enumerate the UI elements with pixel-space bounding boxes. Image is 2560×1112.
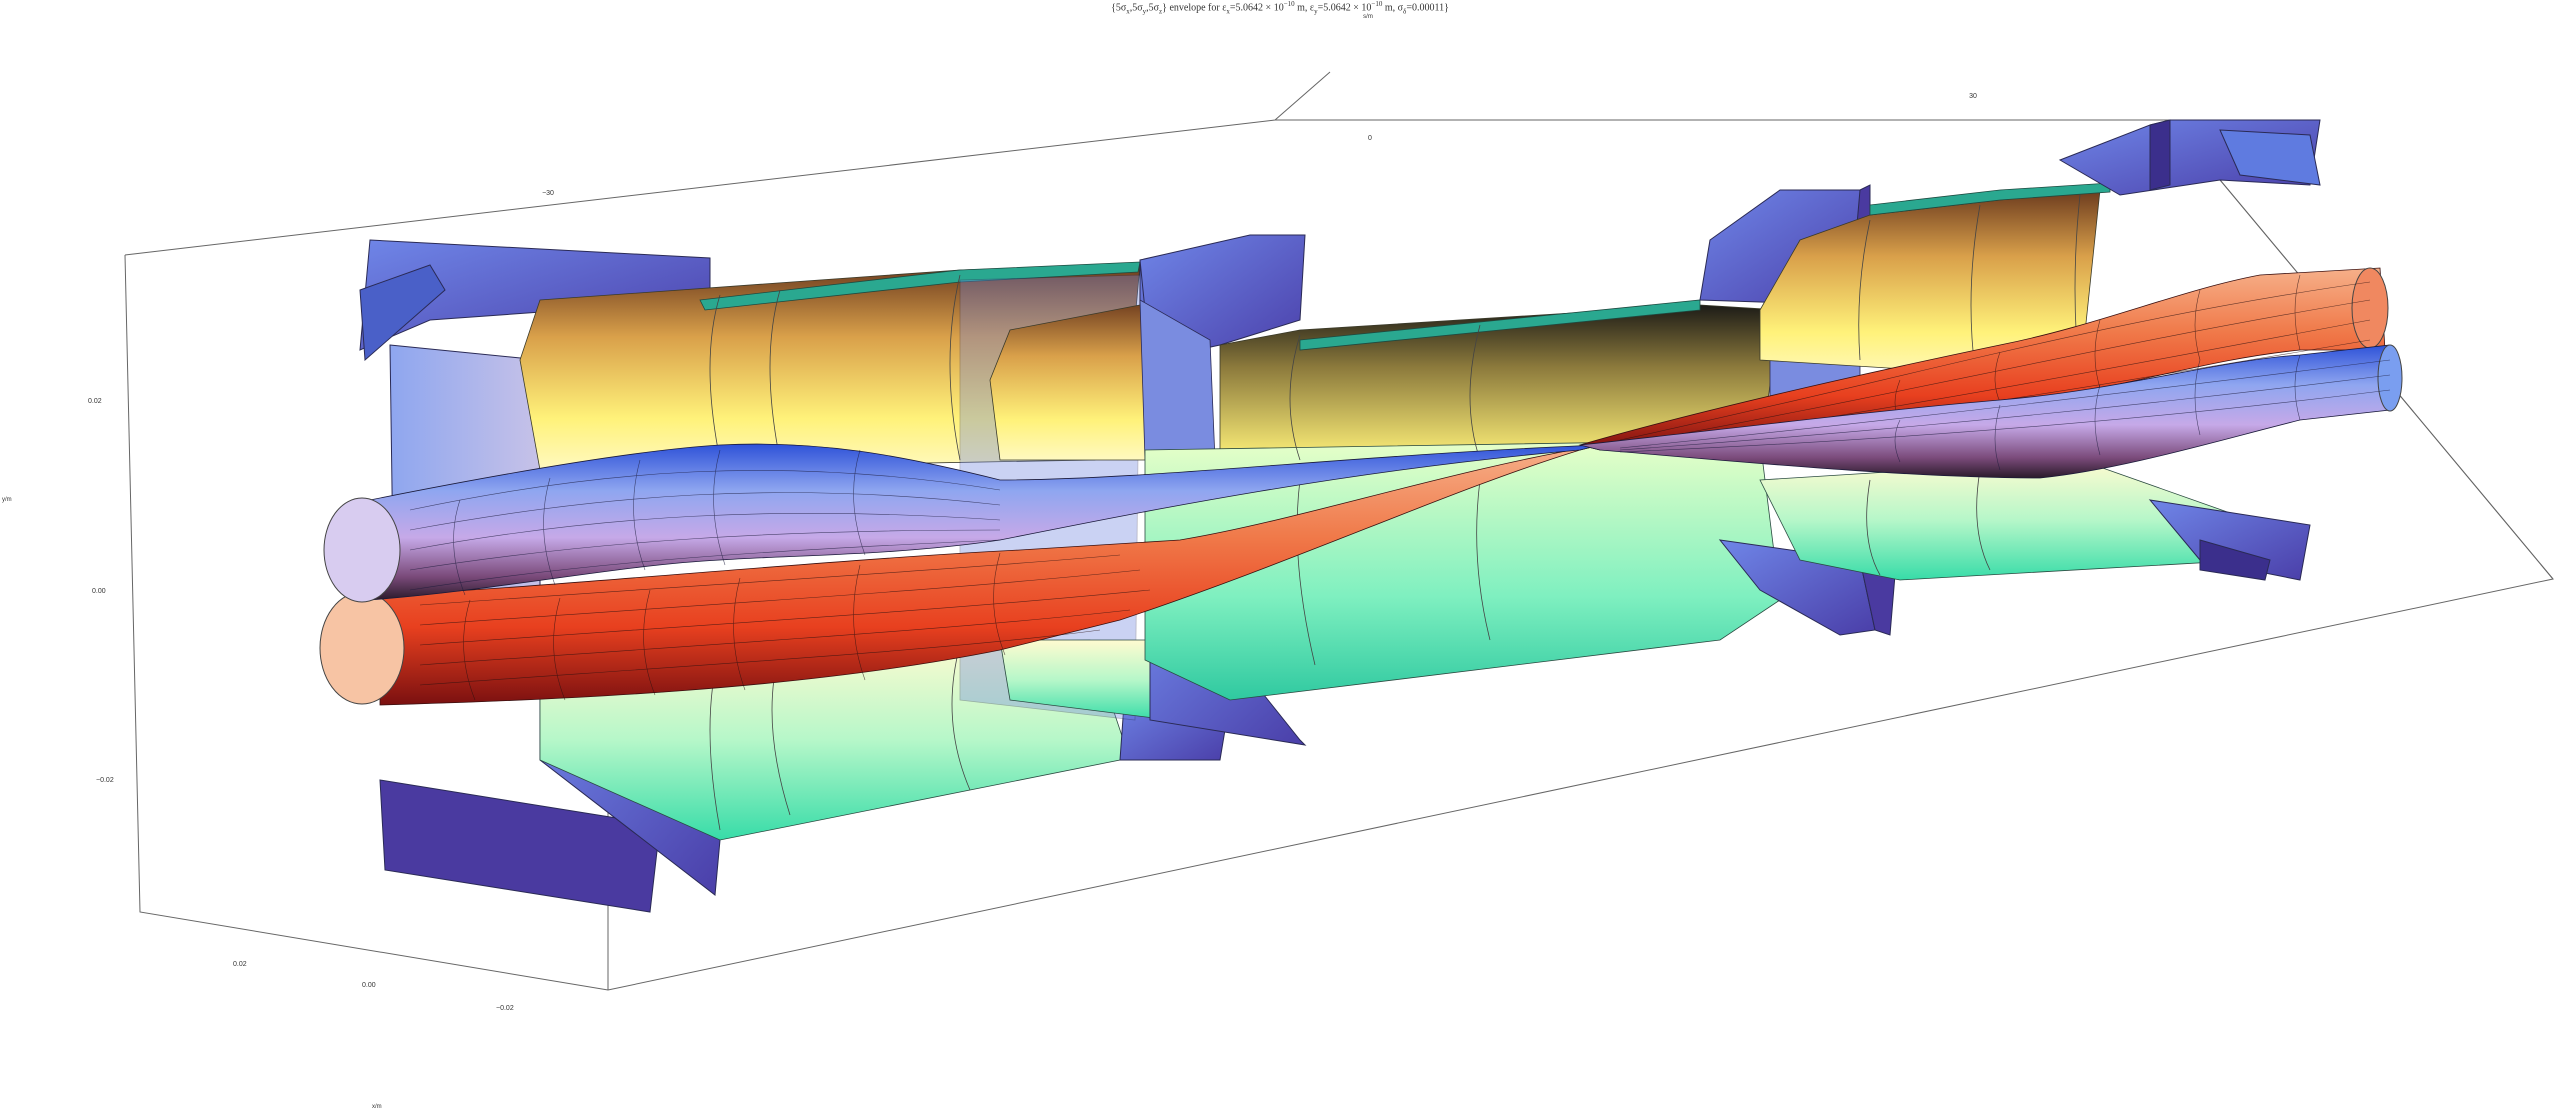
axis-bottom-label: x/m <box>372 1104 382 1110</box>
axis-bottom-tick-1: 0.02 <box>233 961 247 968</box>
axis-left-tick-2: 0.00 <box>92 588 106 595</box>
axis-top-tick-2: 0 <box>1368 135 1372 142</box>
center-drift-chamber <box>1144 299 1781 701</box>
red-beam-right-end <box>2351 267 2389 349</box>
axis-top-label: s/m <box>1363 14 1373 20</box>
red-beam-left-end <box>319 591 405 705</box>
blue-beam-left-end <box>323 497 401 603</box>
axis-top-tick-3: 30 <box>1969 93 1977 100</box>
axis-left-tick-1: 0.02 <box>88 398 102 405</box>
axis-top: s/m −30 0 30 <box>542 14 1977 197</box>
axis-left-tick-3: −0.02 <box>96 777 114 784</box>
blue-beam-right-end <box>2377 344 2403 412</box>
right-end-flange-dark <box>2149 119 2171 191</box>
axis-left: y/m 0.02 0.00 −0.02 <box>2 398 114 784</box>
beam-envelope-plot: s/m −30 0 30 y/m 0.02 0.00 −0.02 0.02 0.… <box>2 14 2554 1110</box>
axis-left-label: y/m <box>2 497 12 503</box>
axis-bottom-tick-3: −0.02 <box>496 1005 514 1012</box>
axis-bottom: 0.02 0.00 −0.02 x/m <box>233 961 514 1110</box>
axis-top-tick-1: −30 <box>542 190 554 197</box>
axis-bottom-tick-2: 0.00 <box>362 982 376 989</box>
